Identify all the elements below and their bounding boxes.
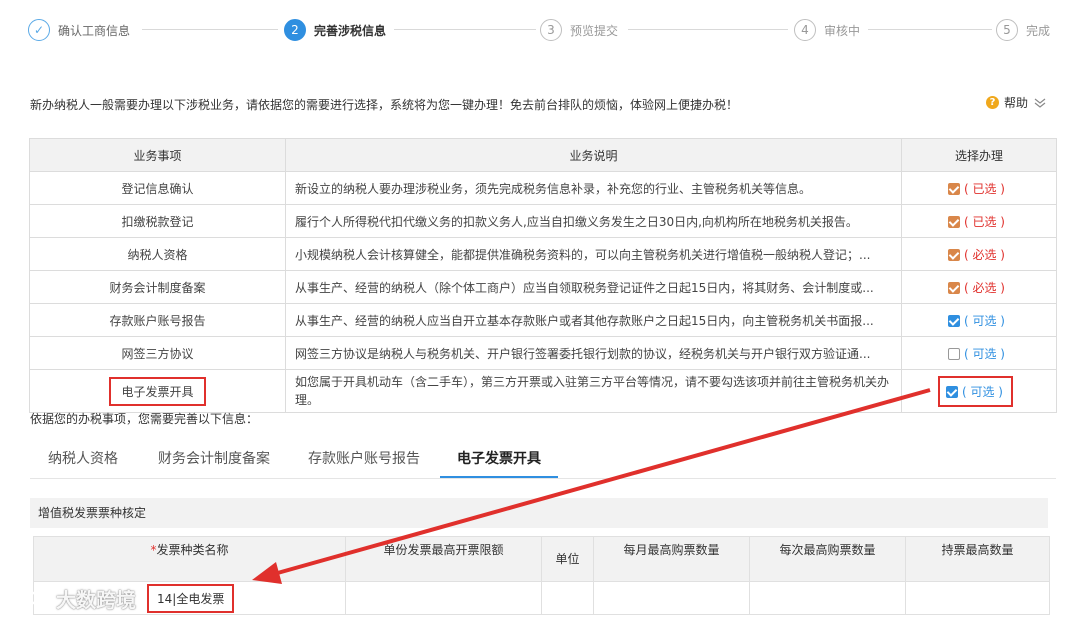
unit-cell[interactable] [541, 581, 594, 615]
step-number: 2 [284, 19, 306, 41]
monthly-max-cell[interactable] [593, 581, 750, 615]
select-cell[interactable]: ( 已选 ) [901, 171, 1057, 205]
step-connector [628, 29, 788, 30]
column-header: 持票最高数量 [905, 536, 1050, 582]
select-cell[interactable]: ( 可选 ) [901, 369, 1057, 413]
step-label: 审核中 [824, 23, 861, 38]
item-desc: 小规模纳税人会计核算健全，能都提供准确税务资料的，可以向主管税务机关进行增值税一… [285, 237, 902, 271]
select-label: ( 可选 ) [962, 384, 1003, 399]
column-header: 每次最高购票数量 [749, 536, 906, 582]
chevron-down-icon [1034, 98, 1046, 108]
column-header: 选择办理 [901, 138, 1057, 172]
table-row: 14|全电发票 [33, 581, 1050, 615]
step-label: 预览提交 [570, 23, 619, 38]
tab-taxpayer-qualification[interactable]: 纳税人资格 [48, 441, 118, 477]
column-header: *发票种类名称 [33, 536, 346, 582]
table-row: 网签三方协议 网签三方协议是纳税人与税务机关、开户银行签署委托银行划款的协议，经… [29, 336, 1057, 370]
hold-max-cell[interactable] [905, 581, 1050, 615]
step-label: 完善涉税信息 [314, 23, 387, 38]
step-3[interactable]: 3 预览提交 [540, 17, 618, 43]
item-name: 扣缴税款登记 [29, 204, 286, 238]
progress-steps: ✓ 确认工商信息 2 完善涉税信息 3 预览提交 4 审核中 5 完成 [28, 17, 1058, 43]
step-number: 3 [540, 19, 562, 41]
column-header: 业务说明 [285, 138, 902, 172]
table-row: 财务会计制度备案 从事生产、经营的纳税人（除个体工商户）应当自领取税务登记证件之… [29, 270, 1057, 304]
select-label: ( 可选 ) [964, 313, 1005, 328]
item-desc: 新设立的纳税人要办理涉税业务，须先完成税务信息补录，补充您的行业、主管税务机关等… [285, 171, 902, 205]
item-desc: 网签三方协议是纳税人与税务机关、开户银行签署委托银行划款的协议，经税务机关与开户… [285, 336, 902, 370]
column-header: 单位 [541, 536, 594, 582]
table-row: 电子发票开具 如您属于开具机动车（含二手车），第三方开票或入驻第三方平台等情况，… [29, 369, 1057, 413]
step-1[interactable]: ✓ 确认工商信息 [28, 17, 130, 43]
step-label: 完成 [1026, 23, 1051, 38]
column-header: 每月最高购票数量 [593, 536, 750, 582]
column-header: 单份发票最高开票限额 [345, 536, 542, 582]
step-number: 5 [996, 19, 1018, 41]
checkbox[interactable] [948, 215, 960, 228]
tab-bar: 纳税人资格 财务会计制度备案 存款账户账号报告 电子发票开具 [30, 441, 1056, 479]
item-desc: 如您属于开具机动车（含二手车），第三方开票或入驻第三方平台等情况，请不要勾选该项… [285, 369, 902, 413]
step-2[interactable]: 2 完善涉税信息 [284, 17, 386, 43]
checkbox[interactable] [948, 347, 960, 360]
item-desc: 履行个人所得税代扣代缴义务的扣款义务人,应当自扣缴义务发生之日30日内,向机构所… [285, 204, 902, 238]
intro-text: 新办纳税人一般需要办理以下涉税业务，请依据您的需要进行选择，系统将为您一键办理！… [30, 98, 739, 112]
step-connector [868, 29, 992, 30]
tab-e-invoice[interactable]: 电子发票开具 [440, 441, 558, 478]
step-number: 4 [794, 19, 816, 41]
item-name: 网签三方协议 [29, 336, 286, 370]
checkbox[interactable] [948, 248, 960, 261]
table-row: 扣缴税款登记 履行个人所得税代扣代缴义务的扣款义务人,应当自扣缴义务发生之日30… [29, 204, 1057, 238]
table-row: 存款账户账号报告 从事生产、经营的纳税人应当自开立基本存款账户或者其他存款账户之… [29, 303, 1057, 337]
check-icon: ✓ [28, 19, 50, 41]
step-5[interactable]: 5 完成 [996, 17, 1050, 43]
tab-accounting-filing[interactable]: 财务会计制度备案 [156, 441, 272, 477]
table-row: 登记信息确认 新设立的纳税人要办理涉税业务，须先完成税务信息补录，补充您的行业、… [29, 171, 1057, 205]
item-desc: 从事生产、经营的纳税人（除个体工商户）应当自领取税务登记证件之日起15日内，将其… [285, 270, 902, 304]
item-name: 财务会计制度备案 [29, 270, 286, 304]
max-amount-cell[interactable] [345, 581, 542, 615]
step-connector [394, 29, 536, 30]
info-text: 依据您的办税事项，您需要完善以下信息： [30, 412, 259, 426]
select-label: ( 可选 ) [964, 346, 1005, 361]
per-time-max-cell[interactable] [749, 581, 906, 615]
select-cell[interactable]: ( 可选 ) [901, 336, 1057, 370]
select-cell[interactable]: ( 可选 ) [901, 303, 1057, 337]
invoice-type-value[interactable]: 14|全电发票 [147, 583, 235, 613]
watermark-text: 大数跨境 [56, 588, 136, 612]
help-button[interactable]: ? 帮助 [985, 94, 1046, 111]
question-icon: ? [985, 96, 999, 109]
highlight-box: ( 可选 ) [938, 375, 1013, 407]
watermark: 大数跨境 [8, 584, 136, 613]
select-label: ( 必选 ) [964, 247, 1005, 262]
step-4[interactable]: 4 审核中 [794, 17, 860, 43]
highlight-box: 电子发票开具 [109, 376, 206, 406]
item-name: 存款账户账号报告 [29, 303, 286, 337]
step-label: 确认工商信息 [58, 23, 131, 38]
item-name: 纳税人资格 [29, 237, 286, 271]
tab-bank-account[interactable]: 存款账户账号报告 [306, 441, 422, 477]
checkbox[interactable] [948, 314, 960, 327]
item-name: 电子发票开具 [29, 369, 286, 413]
select-label: ( 已选 ) [964, 181, 1005, 196]
select-cell[interactable]: ( 已选 ) [901, 204, 1057, 238]
step-connector [142, 29, 278, 30]
column-header: 业务事项 [29, 138, 286, 172]
select-label: ( 已选 ) [964, 214, 1005, 229]
select-cell[interactable]: ( 必选 ) [901, 237, 1057, 271]
invoice-table: *发票种类名称 单份发票最高开票限额 单位 每月最高购票数量 每次最高购票数量 … [33, 536, 1050, 615]
select-cell[interactable]: ( 必选 ) [901, 270, 1057, 304]
business-table: 业务事项 业务说明 选择办理 登记信息确认 新设立的纳税人要办理涉税业务，须先完… [29, 138, 1057, 413]
select-label: ( 必选 ) [964, 280, 1005, 295]
item-desc: 从事生产、经营的纳税人应当自开立基本存款账户或者其他存款账户之日起15日内，向主… [285, 303, 902, 337]
table-row: 纳税人资格 小规模纳税人会计核算健全，能都提供准确税务资料的，可以向主管税务机关… [29, 237, 1057, 271]
section-title: 增值税发票票种核定 [30, 498, 1048, 528]
checkbox[interactable] [948, 182, 960, 195]
help-label: 帮助 [1003, 96, 1028, 110]
checkbox[interactable] [948, 281, 960, 294]
watermark-logo-icon [10, 589, 51, 606]
item-name: 登记信息确认 [29, 171, 286, 205]
checkbox[interactable] [946, 385, 958, 398]
